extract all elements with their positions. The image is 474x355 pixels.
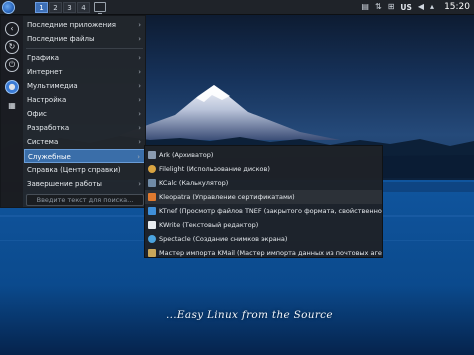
chevron-right-icon: ›: [138, 124, 141, 132]
menu-item-settings[interactable]: Настройка ›: [24, 93, 145, 107]
volume-icon[interactable]: ◀: [418, 2, 424, 12]
menu-item-office[interactable]: Офис ›: [24, 107, 145, 121]
submenu-item-label: KTnef (Просмотр файлов TNEF (закрытого ф…: [159, 207, 382, 215]
chevron-right-icon: ›: [138, 68, 141, 76]
menu-item-label: Завершение работы: [27, 180, 102, 188]
submenu-item-label: Kleopatra (Управление сертификатами): [159, 193, 295, 201]
menu-item-label: Система: [27, 138, 59, 146]
submenu-item-label: Ark (Архиватор): [159, 151, 214, 159]
menu-item-utilities[interactable]: Служебные ›: [24, 149, 145, 163]
clock[interactable]: 15:20: [444, 2, 470, 12]
desktop-3-button[interactable]: 3: [63, 1, 76, 13]
chevron-right-icon: ›: [138, 35, 141, 43]
menu-item-label: Разработка: [27, 124, 70, 132]
mail-attachment-icon: [148, 207, 156, 215]
menu-item-recent-files[interactable]: Последние файлы ›: [24, 32, 145, 46]
apps-grid-icon[interactable]: ▦: [5, 100, 19, 114]
system-tray: ▤ ⇅ ⊞ US ◀ ▴ 15:20: [361, 2, 474, 12]
submenu-item-kcalc[interactable]: KCalc (Калькулятор): [145, 176, 382, 190]
mail-import-icon: [148, 249, 156, 257]
menu-item-label: Офис: [27, 110, 47, 118]
menu-item-label: Последние приложения: [27, 21, 116, 29]
menu-item-development[interactable]: Разработка ›: [24, 121, 145, 135]
menu-item-label: Служебные: [28, 153, 71, 161]
menu-item-shutdown[interactable]: Завершение работы ›: [24, 177, 145, 191]
chevron-right-icon: ›: [138, 21, 141, 29]
virtual-desktop-pager: 1 2 3 4: [35, 1, 90, 13]
application-menu: ‹ ↻ ⏻ ● ▦ Последние приложения › Последни…: [0, 15, 146, 208]
network-icon[interactable]: ⊞: [388, 2, 395, 12]
desktop-2-button[interactable]: 2: [49, 1, 62, 13]
show-desktop-icon[interactable]: [94, 2, 106, 14]
submenu-item-filelight[interactable]: Filelight (Использование дисков): [145, 162, 382, 176]
calculator-icon: [148, 179, 156, 187]
user-avatar-icon[interactable]: ●: [5, 80, 19, 94]
submenu-item-kleopatra[interactable]: Kleopatra (Управление сертификатами): [145, 190, 382, 204]
menu-item-internet[interactable]: Интернет ›: [24, 65, 145, 79]
submenu-item-kwrite[interactable]: KWrite (Текстовый редактор): [145, 218, 382, 232]
menu-divider: [26, 48, 143, 49]
submenu-item-label: KWrite (Текстовый редактор): [159, 221, 259, 229]
chevron-right-icon: ›: [137, 153, 140, 161]
top-panel: 1 2 3 4 ▤ ⇅ ⊞ US ◀ ▴ 15:20: [0, 0, 474, 15]
menu-item-label: Графика: [27, 54, 60, 62]
session-sidebar: ‹ ↻ ⏻ ● ▦: [1, 16, 23, 207]
menu-item-multimedia[interactable]: Мультимедиа ›: [24, 79, 145, 93]
submenu-item-ktnef[interactable]: KTnef (Просмотр файлов TNEF (закрытого ф…: [145, 204, 382, 218]
submenu-item-kmail-import[interactable]: Мастер импорта KMail (Мастер импорта дан…: [145, 246, 382, 260]
chevron-right-icon: ›: [138, 54, 141, 62]
screenshot-icon: [148, 235, 156, 243]
tray-expand-icon[interactable]: ▴: [430, 2, 434, 12]
submenu-item-label: Filelight (Использование дисков): [159, 165, 270, 173]
utilities-submenu: Ark (Архиватор) Filelight (Использование…: [144, 145, 383, 258]
menu-item-label: Справка (Центр справки): [27, 166, 121, 174]
chevron-right-icon: ›: [138, 110, 141, 118]
desktop-4-button[interactable]: 4: [77, 1, 90, 13]
submenu-item-label: KCalc (Калькулятор): [159, 179, 229, 187]
certificate-icon: [148, 193, 156, 201]
submenu-item-ark[interactable]: Ark (Архиватор): [145, 148, 382, 162]
chevron-right-icon: ›: [138, 82, 141, 90]
clipboard-icon[interactable]: ▤: [361, 2, 369, 12]
submenu-item-spectacle[interactable]: Spectacle (Создание снимков экрана): [145, 232, 382, 246]
keyboard-layout-indicator[interactable]: US: [400, 3, 412, 12]
menu-item-graphics[interactable]: Графика ›: [24, 51, 145, 65]
submenu-item-label: Мастер импорта KMail (Мастер импорта дан…: [159, 249, 382, 257]
submenu-item-label: Spectacle (Создание снимков экрана): [159, 235, 288, 243]
chevron-right-icon: ›: [138, 138, 141, 146]
search-input[interactable]: Введите текст для поиска...: [26, 194, 144, 206]
archive-icon: [148, 151, 156, 159]
back-icon[interactable]: ‹: [5, 22, 19, 36]
chevron-right-icon: ›: [138, 96, 141, 104]
desktop-1-button[interactable]: 1: [35, 1, 48, 13]
menu-item-recent-apps[interactable]: Последние приложения ›: [24, 18, 145, 32]
menu-item-label: Мультимедиа: [27, 82, 78, 90]
text-editor-icon: [148, 221, 156, 229]
power-icon[interactable]: ⏻: [5, 58, 19, 72]
menu-category-list: Последние приложения › Последние файлы › Г…: [24, 18, 145, 191]
chevron-right-icon: ›: [138, 180, 141, 188]
updates-icon[interactable]: ⇅: [375, 2, 382, 12]
menu-item-label: Настройка: [27, 96, 67, 104]
switch-user-icon[interactable]: ↻: [5, 40, 19, 54]
wallpaper-slogan: ...Easy Linux from the Source: [166, 309, 333, 321]
menu-item-label: Интернет: [27, 68, 63, 76]
application-launcher-icon[interactable]: [2, 0, 15, 14]
menu-item-system[interactable]: Система ›: [24, 135, 145, 149]
disk-usage-icon: [148, 165, 156, 173]
menu-item-label: Последние файлы: [27, 35, 95, 43]
menu-item-help-center[interactable]: Справка (Центр справки): [24, 163, 145, 177]
